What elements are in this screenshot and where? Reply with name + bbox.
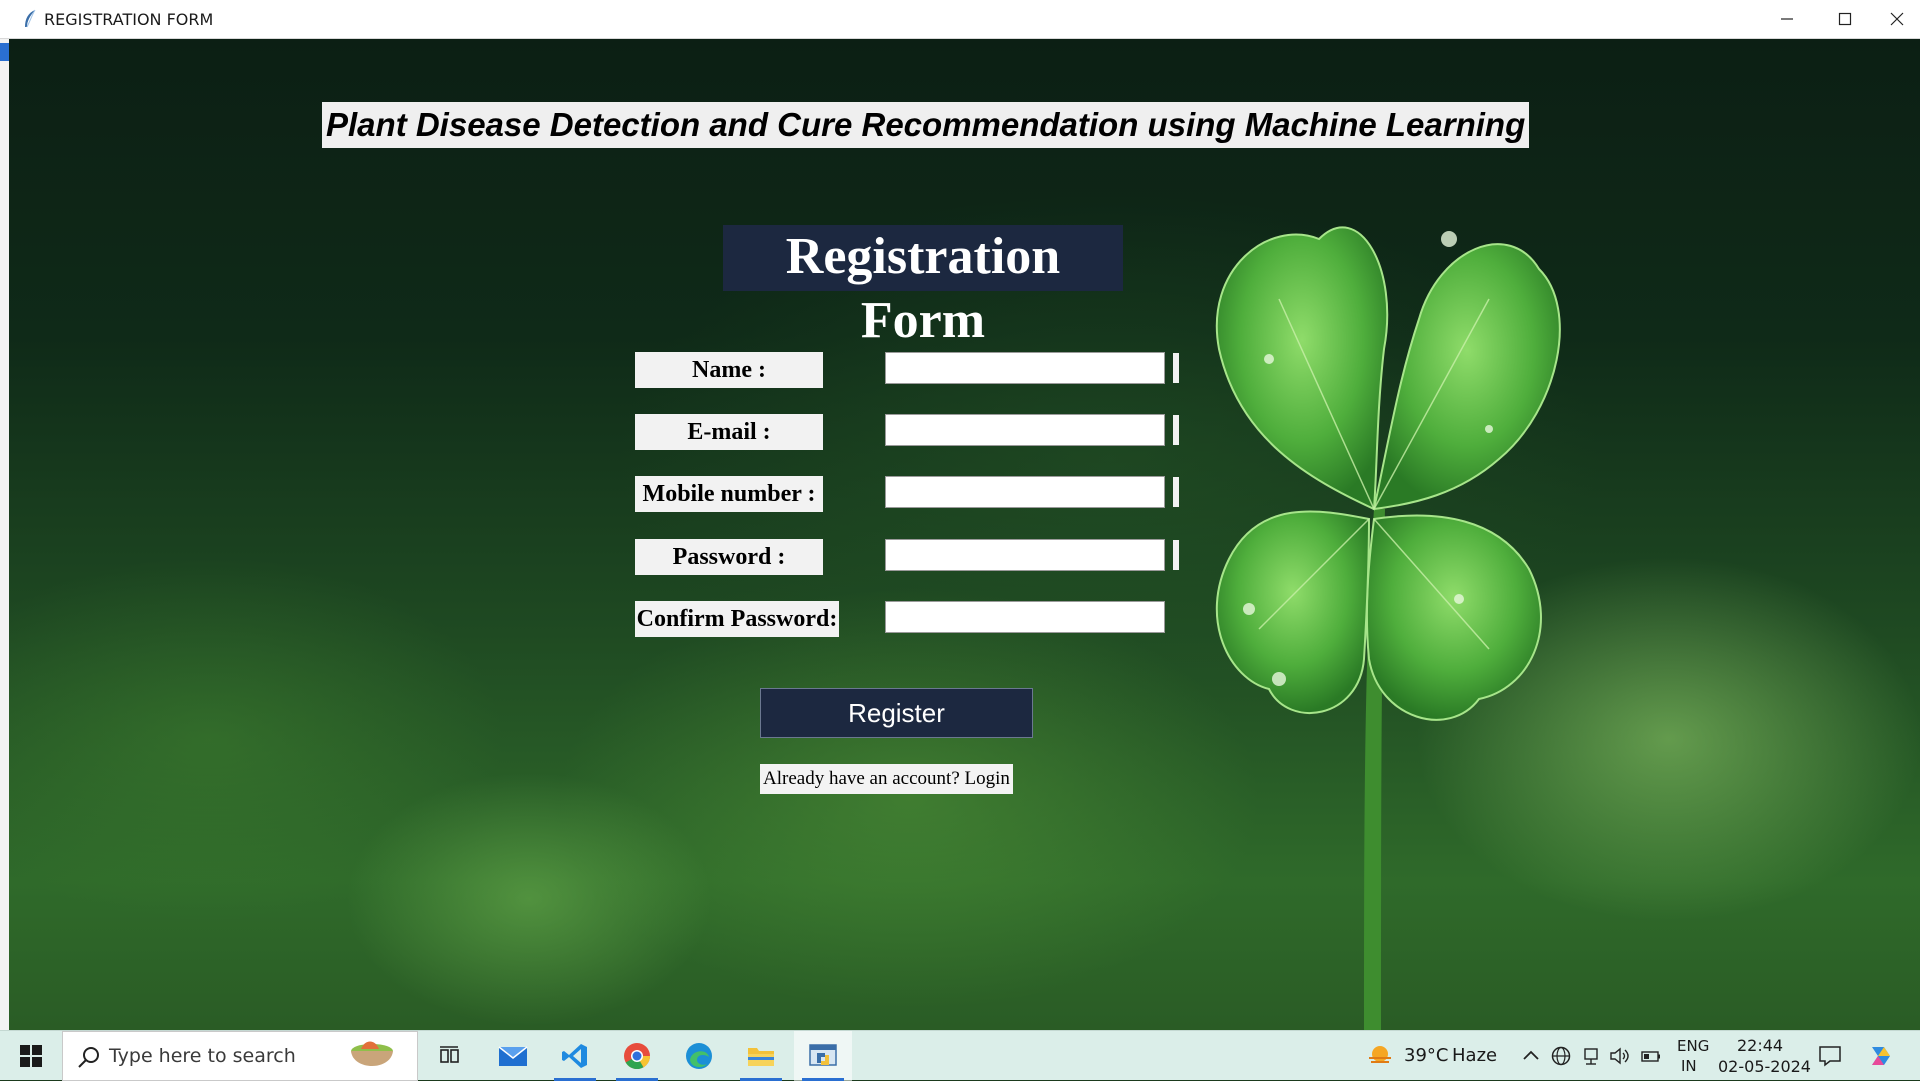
search-placeholder: Type here to search <box>109 1045 296 1067</box>
close-button[interactable] <box>1874 0 1920 38</box>
windows-logo-icon <box>20 1045 42 1067</box>
edge-app-button[interactable] <box>670 1031 728 1081</box>
copilot-icon[interactable] <box>1866 1041 1896 1071</box>
file-explorer-app-button[interactable] <box>732 1031 790 1081</box>
register-button[interactable]: Register <box>760 688 1033 738</box>
battery-icon[interactable] <box>1640 1045 1662 1067</box>
email-field[interactable] <box>885 414 1165 446</box>
chevron-up-icon[interactable] <box>1520 1045 1542 1067</box>
mail-app-button[interactable] <box>484 1031 542 1081</box>
app-canvas: Plant Disease Detection and Cure Recomme… <box>9 39 1920 1030</box>
taskbar: Type here to search 39°C Haze ENG IN 22:… <box>0 1030 1920 1081</box>
notification-icon[interactable] <box>1818 1044 1842 1068</box>
search-icon <box>78 1047 99 1068</box>
taskbar-search-box[interactable]: Type here to search <box>62 1031 418 1081</box>
window-title: REGISTRATION FORM <box>44 10 214 29</box>
field-edge-marker <box>1173 540 1179 570</box>
app-main-title: Plant Disease Detection and Cure Recomme… <box>322 102 1530 148</box>
language-indicator[interactable]: ENG <box>1677 1037 1709 1055</box>
network-icon[interactable] <box>1580 1045 1602 1067</box>
maximize-icon <box>1838 12 1852 26</box>
close-icon <box>1890 12 1904 26</box>
start-button[interactable] <box>0 1031 62 1081</box>
minimize-icon <box>1781 18 1793 20</box>
window-titlebar: REGISTRATION FORM <box>0 0 1920 39</box>
vscode-icon <box>562 1044 587 1068</box>
task-view-icon <box>440 1046 459 1063</box>
confirm-password-label: Confirm Password: <box>635 601 839 637</box>
clock-date[interactable]: 02-05-2024 <box>1718 1057 1811 1076</box>
password-label: Password : <box>635 539 823 575</box>
feather-icon <box>25 9 36 28</box>
vscode-app-button[interactable] <box>546 1031 604 1081</box>
chrome-app-button[interactable] <box>608 1031 666 1081</box>
background-window-edge <box>0 39 9 1030</box>
login-link[interactable]: Already have an account? Login <box>760 764 1013 794</box>
chrome-icon <box>624 1043 651 1070</box>
mobile-number-label: Mobile number : <box>635 476 823 512</box>
clover-background-image <box>1215 226 1561 1030</box>
edge-icon <box>686 1043 712 1069</box>
name-field[interactable] <box>885 352 1165 384</box>
maximize-button[interactable] <box>1816 0 1874 38</box>
name-label: Name : <box>635 352 823 388</box>
python-window-icon <box>809 1044 837 1066</box>
confirm-password-field[interactable] <box>885 601 1165 633</box>
field-edge-marker <box>1173 477 1179 507</box>
minimize-button[interactable] <box>1758 0 1816 38</box>
password-field[interactable] <box>885 539 1165 571</box>
form-heading: Registration Form <box>723 225 1123 349</box>
weather-temperature[interactable]: 39°C <box>1404 1045 1448 1066</box>
globe-icon[interactable] <box>1550 1045 1572 1067</box>
field-edge-marker <box>1173 415 1179 445</box>
python-app-button[interactable] <box>794 1031 852 1081</box>
task-view-button[interactable] <box>420 1031 478 1081</box>
folder-icon <box>748 1048 774 1066</box>
weather-haze-icon <box>1369 1046 1391 1063</box>
clock-time[interactable]: 22:44 <box>1737 1036 1783 1055</box>
search-highlight-icon <box>351 1041 393 1066</box>
speaker-icon[interactable] <box>1608 1045 1630 1067</box>
weather-condition[interactable]: Haze <box>1452 1045 1497 1066</box>
field-edge-marker <box>1173 353 1179 383</box>
region-indicator[interactable]: IN <box>1681 1057 1697 1075</box>
mobile-number-field[interactable] <box>885 476 1165 508</box>
mail-icon <box>498 1046 528 1066</box>
email-label: E-mail : <box>635 414 823 450</box>
